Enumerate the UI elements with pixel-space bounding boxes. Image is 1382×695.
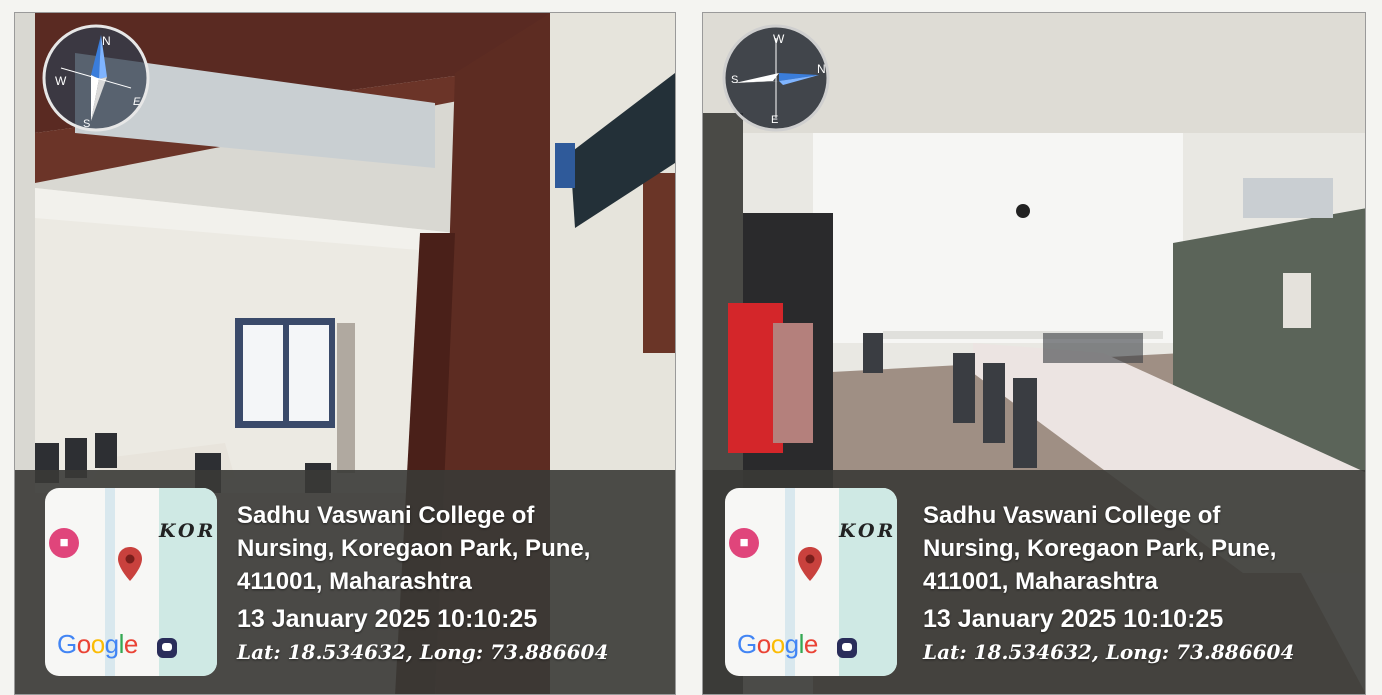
map-thumbnail: KOR ■ Google — [725, 488, 897, 676]
geotag-caption: Sadhu Vaswani College of Nursing, Korega… — [237, 499, 608, 668]
geotag-caption: Sadhu Vaswani College of Nursing, Korega… — [923, 499, 1294, 668]
compass-east-label: E — [133, 96, 141, 108]
compass-west-label: W — [55, 74, 67, 88]
compass-icon: N E S W — [722, 24, 830, 132]
compass-north-label: N — [817, 62, 826, 76]
street-view-icon — [157, 638, 177, 658]
google-logo: Google — [737, 629, 818, 659]
compass-south-label: S — [83, 118, 90, 130]
geotag-photo-left: N E S W KOR ■ Google Sadhu Vaswani Colle… — [14, 12, 676, 695]
map-area-label: KOR — [839, 520, 897, 542]
location-pin-icon — [798, 547, 822, 581]
address-text: Sadhu Vaswani College of Nursing, Korega… — [923, 502, 1277, 595]
compass-south-label: S — [731, 74, 738, 86]
compass-east-label: E — [771, 114, 778, 126]
address-text: Sadhu Vaswani College of Nursing, Korega… — [237, 502, 591, 595]
geotag-photo-right: N E S W KOR ■ Google Sadhu Vaswani Colle… — [702, 12, 1366, 695]
coordinates-text: Lat: 18.534632, Long: 73.886604 — [923, 640, 1295, 664]
compass-icon: N E S W — [42, 24, 150, 132]
datetime-text: 13 January 2025 10:10:25 — [923, 605, 1224, 633]
datetime-text: 13 January 2025 10:10:25 — [237, 605, 538, 633]
google-logo: Google — [57, 629, 138, 659]
geotag-overlay: KOR ■ Google Sadhu Vaswani College of Nu… — [15, 470, 675, 694]
map-area-label: KOR — [159, 520, 217, 542]
geotag-overlay: KOR ■ Google Sadhu Vaswani College of Nu… — [703, 470, 1365, 694]
map-thumbnail: KOR ■ Google — [45, 488, 217, 676]
street-view-icon — [837, 638, 857, 658]
compass-north-label: N — [102, 34, 111, 48]
compass-west-label: W — [773, 32, 785, 46]
coordinates-text: Lat: 18.534632, Long: 73.886604 — [237, 640, 609, 664]
hotel-marker-icon: ■ — [49, 528, 79, 558]
hotel-marker-icon: ■ — [729, 528, 759, 558]
location-pin-icon — [118, 547, 142, 581]
